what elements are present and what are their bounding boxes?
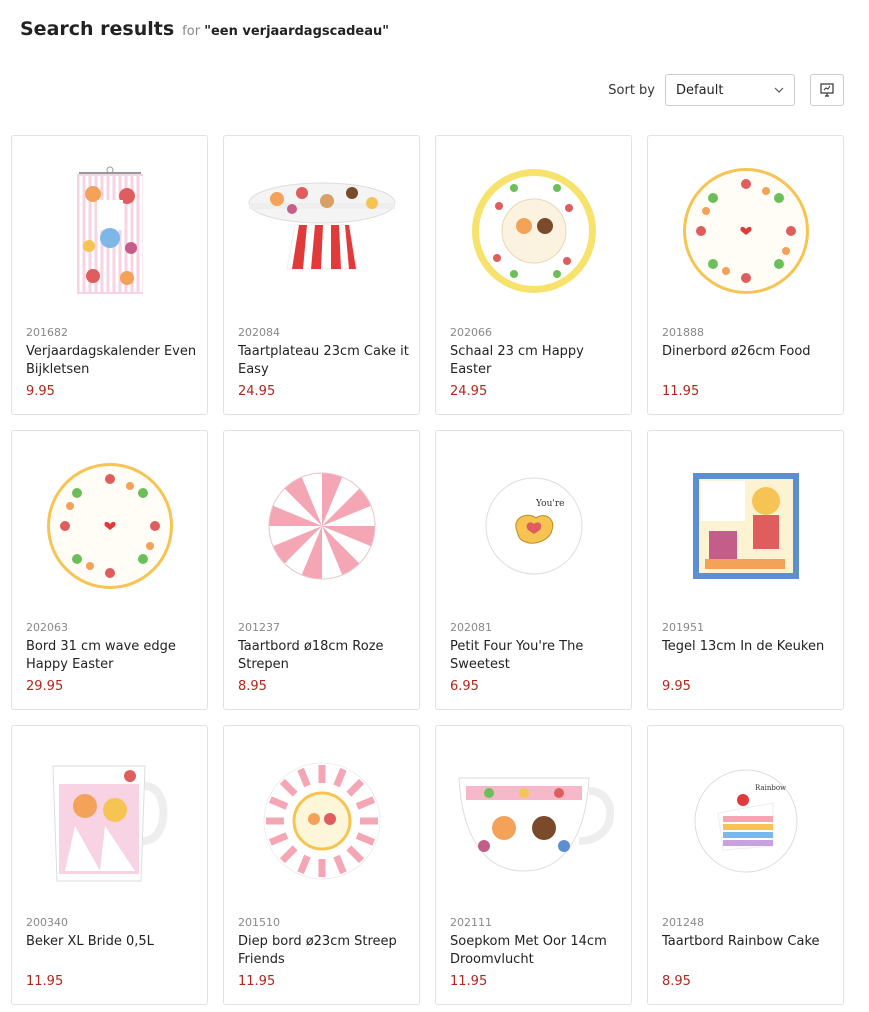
product-code: 202084: [238, 326, 280, 339]
product-card[interactable]: 201888 Dinerbord ø26cm Food 11.95: [647, 135, 844, 415]
product-code: 202081: [450, 621, 492, 634]
product-card[interactable]: 201510 Diep bord ø23cm Streep Friends 11.9…: [223, 725, 420, 1005]
plate-icon[interactable]: [658, 146, 833, 316]
product-price: 9.95: [662, 679, 691, 694]
product-price: 8.95: [662, 974, 691, 989]
mug-icon[interactable]: [22, 736, 197, 906]
tile-icon[interactable]: [658, 441, 833, 611]
product-card[interactable]: Rainbow 201248 Taartbord Rainbow Cake 8.95: [647, 725, 844, 1005]
plate-icon[interactable]: [22, 441, 197, 611]
product-code: 202063: [26, 621, 68, 634]
product-card[interactable]: 202111 Soepkom Met Oor 14cm Droomvlucht 11…: [435, 725, 632, 1005]
product-name[interactable]: Petit Four You're The Sweetest: [450, 638, 622, 674]
soup-cup-icon[interactable]: [446, 736, 621, 906]
striped-plate-icon[interactable]: [234, 441, 409, 611]
monitor-icon: [820, 83, 834, 97]
product-code: 201682: [26, 326, 68, 339]
product-price: 24.95: [238, 384, 276, 399]
sort-select[interactable]: Default: [665, 74, 795, 106]
product-name[interactable]: Verjaardagskalender Even Bijkletsen: [26, 343, 198, 379]
product-price: 8.95: [238, 679, 267, 694]
sort-selected-value: Default: [676, 82, 724, 98]
product-name[interactable]: Soepkom Met Oor 14cm Droomvlucht: [450, 933, 622, 969]
product-price: 29.95: [26, 679, 64, 694]
product-price: 11.95: [238, 974, 276, 989]
product-price: 24.95: [450, 384, 488, 399]
search-header: Search results for "een verjaardagscadea…: [20, 18, 389, 40]
product-price: 11.95: [662, 384, 700, 399]
product-name[interactable]: Schaal 23 cm Happy Easter: [450, 343, 622, 379]
view-toggle-button[interactable]: [810, 74, 844, 106]
calendar-icon[interactable]: [22, 146, 197, 316]
product-card[interactable]: 201682 Verjaardagskalender Even Bijkletse…: [11, 135, 208, 415]
product-code: 201510: [238, 916, 280, 929]
product-price: 6.95: [450, 679, 479, 694]
bowl-icon[interactable]: [446, 146, 621, 316]
product-name[interactable]: Tegel 13cm In de Keuken: [662, 638, 834, 656]
sort-bar: Sort by Default: [608, 74, 844, 106]
product-name[interactable]: Diep bord ø23cm Streep Friends: [238, 933, 410, 969]
product-card[interactable]: 200340 Beker XL Bride 0,5L 11.95: [11, 725, 208, 1005]
product-code: 202066: [450, 326, 492, 339]
svg-text:You're: You're: [535, 499, 564, 509]
product-card[interactable]: 201951 Tegel 13cm In de Keuken 9.95: [647, 430, 844, 710]
product-card[interactable]: 202084 Taartplateau 23cm Cake it Easy 24.9…: [223, 135, 420, 415]
product-name[interactable]: Bord 31 cm wave edge Happy Easter: [26, 638, 198, 674]
cake-plate-icon[interactable]: Rainbow: [658, 736, 833, 906]
sort-label: Sort by: [608, 82, 655, 98]
svg-text:Rainbow: Rainbow: [755, 784, 786, 792]
search-query-caption: for "een verjaardagscadeau": [182, 24, 389, 39]
product-code: 201951: [662, 621, 704, 634]
product-code: 201248: [662, 916, 704, 929]
chevron-down-icon: [774, 87, 784, 93]
product-code: 202111: [450, 916, 492, 929]
product-name[interactable]: Taartplateau 23cm Cake it Easy: [238, 343, 410, 379]
product-grid: 201682 Verjaardagskalender Even Bijkletse…: [11, 135, 845, 1005]
product-name[interactable]: Taartbord ø18cm Roze Strepen: [238, 638, 410, 674]
product-price: 11.95: [450, 974, 488, 989]
striped-bowl-icon[interactable]: [234, 736, 409, 906]
small-plate-icon[interactable]: You're: [446, 441, 621, 611]
product-card[interactable]: You're 202081 Petit Four You're The Sweete…: [435, 430, 632, 710]
product-card[interactable]: 202066 Schaal 23 cm Happy Easter 24.95: [435, 135, 632, 415]
product-price: 9.95: [26, 384, 55, 399]
product-card[interactable]: 201237 Taartbord ø18cm Roze Strepen 8.95: [223, 430, 420, 710]
for-label: for: [182, 24, 201, 39]
product-code: 201888: [662, 326, 704, 339]
product-name[interactable]: Beker XL Bride 0,5L: [26, 933, 198, 951]
product-name[interactable]: Dinerbord ø26cm Food: [662, 343, 834, 361]
product-code: 200340: [26, 916, 68, 929]
product-code: 201237: [238, 621, 280, 634]
product-name[interactable]: Taartbord Rainbow Cake: [662, 933, 834, 951]
page-title: Search results: [20, 18, 175, 40]
product-price: 11.95: [26, 974, 64, 989]
search-query: "een verjaardagscadeau": [204, 24, 390, 39]
product-card[interactable]: 202063 Bord 31 cm wave edge Happy Easter 2…: [11, 430, 208, 710]
cake-stand-icon[interactable]: [234, 146, 409, 316]
